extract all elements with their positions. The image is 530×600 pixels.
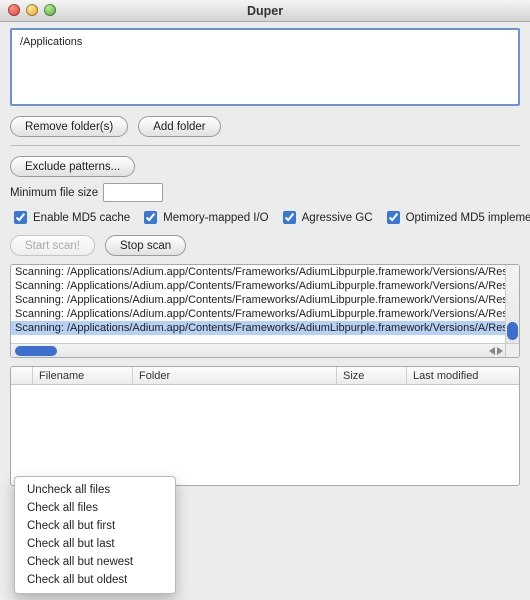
horizontal-scroll-thumb[interactable]: [15, 346, 57, 356]
menu-check-but-oldest[interactable]: Check all but oldest: [15, 571, 175, 589]
min-filesize-input[interactable]: [103, 183, 163, 202]
scroll-corner: [505, 343, 519, 357]
optimized-md5-label: Optimized MD5 implementation: [406, 212, 530, 224]
column-size[interactable]: Size: [337, 367, 407, 384]
start-scan-button: Start scan!: [10, 235, 95, 256]
aggressive-gc-checkbox[interactable]: [283, 211, 296, 224]
zoom-icon[interactable]: [44, 4, 56, 16]
separator: [10, 145, 520, 146]
memory-mapped-label: Memory-mapped I/O: [163, 212, 268, 224]
scan-log-line: Scanning: /Applications/Adium.app/Conten…: [11, 293, 505, 307]
window-content: /Applications Remove folder(s) Add folde…: [0, 22, 530, 486]
scroll-left-icon[interactable]: [489, 347, 495, 355]
aggressive-gc-label: Agressive GC: [302, 212, 373, 224]
menu-check-but-last[interactable]: Check all but last: [15, 535, 175, 553]
folder-buttons-row: Remove folder(s) Add folder: [10, 116, 520, 137]
memory-mapped-option[interactable]: Memory-mapped I/O: [140, 208, 268, 227]
enable-md5-cache-label: Enable MD5 cache: [33, 212, 130, 224]
results-table-header: Filename Folder Size Last modified: [11, 367, 519, 385]
folder-list[interactable]: /Applications: [10, 28, 520, 106]
column-filename[interactable]: Filename: [33, 367, 133, 384]
results-table: Filename Folder Size Last modified: [10, 366, 520, 486]
context-menu: Uncheck all files Check all files Check …: [14, 476, 176, 594]
menu-check-but-newest[interactable]: Check all but newest: [15, 553, 175, 571]
stop-scan-button[interactable]: Stop scan: [105, 235, 186, 256]
scan-log-lines: Scanning: /Applications/Adium.app/Conten…: [11, 265, 505, 343]
scan-log-line: Scanning: /Applications/Adium.app/Conten…: [11, 307, 505, 321]
close-icon[interactable]: [8, 4, 20, 16]
column-last-modified[interactable]: Last modified: [407, 367, 519, 384]
options-row: Enable MD5 cache Memory-mapped I/O Agres…: [10, 208, 520, 227]
optimized-md5-checkbox[interactable]: [387, 211, 400, 224]
menu-uncheck-all[interactable]: Uncheck all files: [15, 481, 175, 499]
min-filesize-row: Minimum file size: [10, 183, 520, 202]
aggressive-gc-option[interactable]: Agressive GC: [279, 208, 373, 227]
scan-log-horizontal-scrollbar[interactable]: [11, 343, 505, 357]
column-checkbox[interactable]: [11, 367, 33, 384]
scan-log-vertical-scrollbar[interactable]: [505, 265, 519, 343]
vertical-scroll-thumb[interactable]: [507, 322, 518, 340]
menu-check-all[interactable]: Check all files: [15, 499, 175, 517]
scan-log: Scanning: /Applications/Adium.app/Conten…: [10, 264, 520, 358]
minimize-icon[interactable]: [26, 4, 38, 16]
add-folder-button[interactable]: Add folder: [138, 116, 220, 137]
memory-mapped-checkbox[interactable]: [144, 211, 157, 224]
results-table-body: [11, 385, 519, 485]
window-controls: [8, 4, 56, 16]
min-filesize-label: Minimum file size: [10, 187, 98, 199]
exclude-row: Exclude patterns...: [10, 156, 520, 177]
window-title: Duper: [247, 4, 283, 18]
scan-log-line: Scanning: /Applications/Adium.app/Conten…: [11, 265, 505, 279]
scroll-right-icon[interactable]: [497, 347, 503, 355]
optimized-md5-option[interactable]: Optimized MD5 implementation: [383, 208, 530, 227]
remove-folder-button[interactable]: Remove folder(s): [10, 116, 128, 137]
menu-check-but-first[interactable]: Check all but first: [15, 517, 175, 535]
scan-buttons-row: Start scan! Stop scan: [10, 235, 520, 256]
exclude-patterns-button[interactable]: Exclude patterns...: [10, 156, 135, 177]
column-folder[interactable]: Folder: [133, 367, 337, 384]
enable-md5-cache-checkbox[interactable]: [14, 211, 27, 224]
folder-list-item[interactable]: /Applications: [20, 36, 510, 48]
enable-md5-cache-option[interactable]: Enable MD5 cache: [10, 208, 130, 227]
titlebar: Duper: [0, 0, 530, 22]
scan-log-line: Scanning: /Applications/Adium.app/Conten…: [11, 279, 505, 293]
scan-log-line-selected[interactable]: Scanning: /Applications/Adium.app/Conten…: [11, 321, 505, 335]
